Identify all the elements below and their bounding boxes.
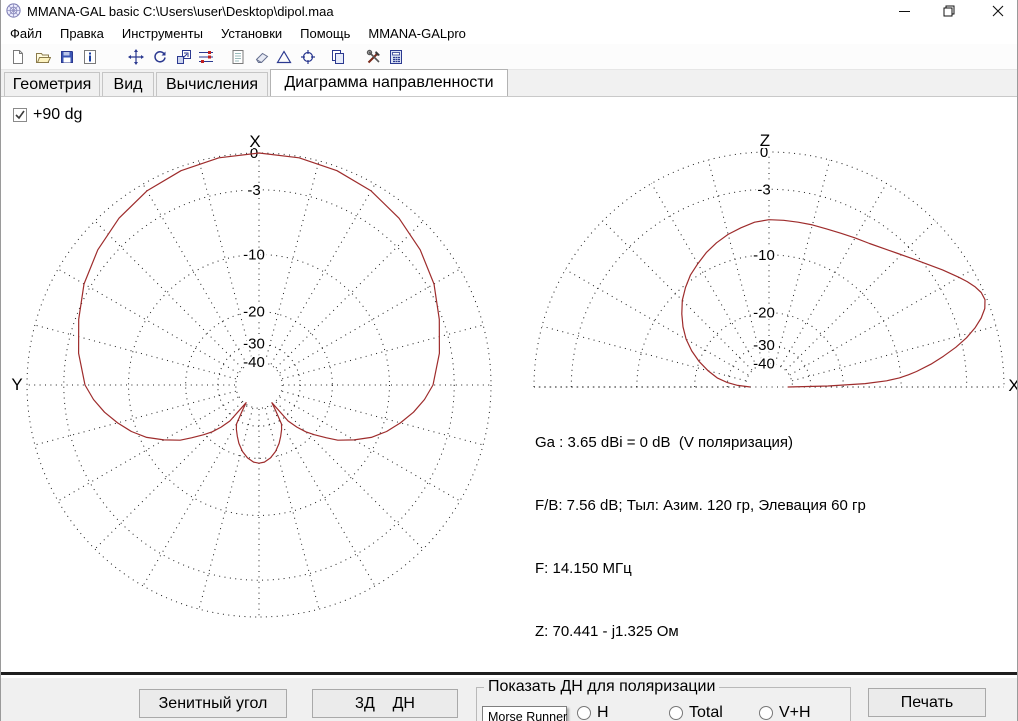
radio-h-circle (577, 706, 591, 720)
tab-radiation-pattern[interactable]: Диаграмма направленности (270, 69, 508, 96)
radio-v-plus-h[interactable]: V+H (759, 704, 811, 721)
radio-total-label: Total (689, 704, 723, 721)
window-title: MMANA-GAL basic C:\Users\user\Desktop\di… (27, 4, 334, 19)
menu-bar: Файл Правка Инструменты Установки Помощь… (1, 22, 1017, 44)
restore-button[interactable] (930, 0, 968, 22)
result-info-block: Ga : 3.65 dBi = 0 dB (V поляризация) F/B… (535, 390, 869, 721)
zenith-angle-button[interactable]: Зенитный угол (139, 689, 287, 718)
open-folder-icon[interactable] (35, 49, 51, 65)
minimize-button[interactable] (885, 0, 923, 22)
copy-icon[interactable] (330, 49, 346, 65)
target-icon[interactable] (300, 49, 316, 65)
svg-text:X: X (1008, 376, 1018, 395)
svg-text:-30: -30 (753, 337, 775, 354)
morse-runner-overlay-window[interactable]: Morse Runner (482, 706, 567, 721)
menu-help[interactable]: Помощь (291, 23, 359, 44)
pattern-view: +90 dg 0-3-10-20-30-40XY0-3-10-20-30-40Z… (1, 97, 1017, 675)
svg-text:-10: -10 (753, 247, 775, 264)
restore-icon (943, 5, 955, 17)
radio-h[interactable]: H (577, 704, 609, 721)
new-file-icon[interactable] (10, 49, 26, 65)
tab-strip: Геометрия Вид Вычисления Диаграмма напра… (1, 70, 1017, 97)
tab-calculations[interactable]: Вычисления (156, 72, 268, 96)
wire-edit-icon[interactable] (198, 49, 214, 65)
radio-h-label: H (597, 704, 609, 721)
svg-text:-40: -40 (753, 356, 775, 373)
eraser-icon[interactable] (254, 49, 270, 65)
svg-text:-3: -3 (247, 182, 260, 199)
mmana-window: MMANA-GAL basic C:\Users\user\Desktop\di… (0, 0, 1018, 721)
radio-v-plus-h-circle (759, 706, 773, 720)
polarization-groupbox-title: Показать ДН для поляризации (484, 678, 719, 696)
triangle-icon[interactable] (276, 49, 292, 65)
calculator-icon[interactable] (388, 49, 404, 65)
svg-text:-30: -30 (243, 336, 265, 353)
svg-text:-3: -3 (757, 181, 770, 198)
title-bar: MMANA-GAL basic C:\Users\user\Desktop\di… (1, 0, 1017, 22)
mmana-logo-icon (6, 3, 21, 18)
svg-text:-20: -20 (243, 304, 265, 321)
close-button[interactable] (977, 0, 1018, 22)
svg-text:-10: -10 (243, 247, 265, 264)
3d-pattern-button[interactable]: 3Д ДН (312, 689, 458, 718)
radio-v-plus-h-label: V+H (779, 704, 811, 721)
toolbar (1, 44, 1017, 70)
menu-mmana-galpro[interactable]: MMANA-GALpro (359, 23, 475, 44)
menu-edit[interactable]: Правка (51, 23, 113, 44)
move-icon[interactable] (128, 49, 144, 65)
svg-text:X: X (249, 132, 260, 151)
tab-geometry[interactable]: Геометрия (4, 72, 100, 96)
print-button[interactable]: Печать (868, 688, 986, 717)
impedance-line: Z: 70.441 - j1.325 Ом (535, 621, 869, 642)
info-icon[interactable] (82, 49, 98, 65)
scale-window-icon[interactable] (176, 49, 192, 65)
menu-file[interactable]: Файл (1, 23, 51, 44)
svg-text:Z: Z (760, 131, 770, 150)
radio-total[interactable]: Total (669, 704, 723, 721)
frequency-line: F: 14.150 МГц (535, 558, 869, 579)
close-icon (992, 5, 1004, 17)
tools-icon[interactable] (366, 49, 382, 65)
svg-text:-40: -40 (243, 354, 265, 371)
radio-total-circle (669, 706, 683, 720)
minimize-icon (899, 6, 910, 17)
view-document-icon[interactable] (230, 49, 246, 65)
menu-setup[interactable]: Установки (212, 23, 291, 44)
rotate-icon[interactable] (152, 49, 168, 65)
menu-tools[interactable]: Инструменты (113, 23, 212, 44)
fb-line: F/B: 7.56 dB; Тыл: Азим. 120 гр, Элеваци… (535, 495, 869, 516)
gain-line: Ga : 3.65 dBi = 0 dB (V поляризация) (535, 432, 869, 453)
svg-text:-20: -20 (753, 305, 775, 322)
tab-view[interactable]: Вид (102, 72, 154, 96)
svg-text:Y: Y (11, 375, 22, 394)
save-icon[interactable] (59, 49, 75, 65)
